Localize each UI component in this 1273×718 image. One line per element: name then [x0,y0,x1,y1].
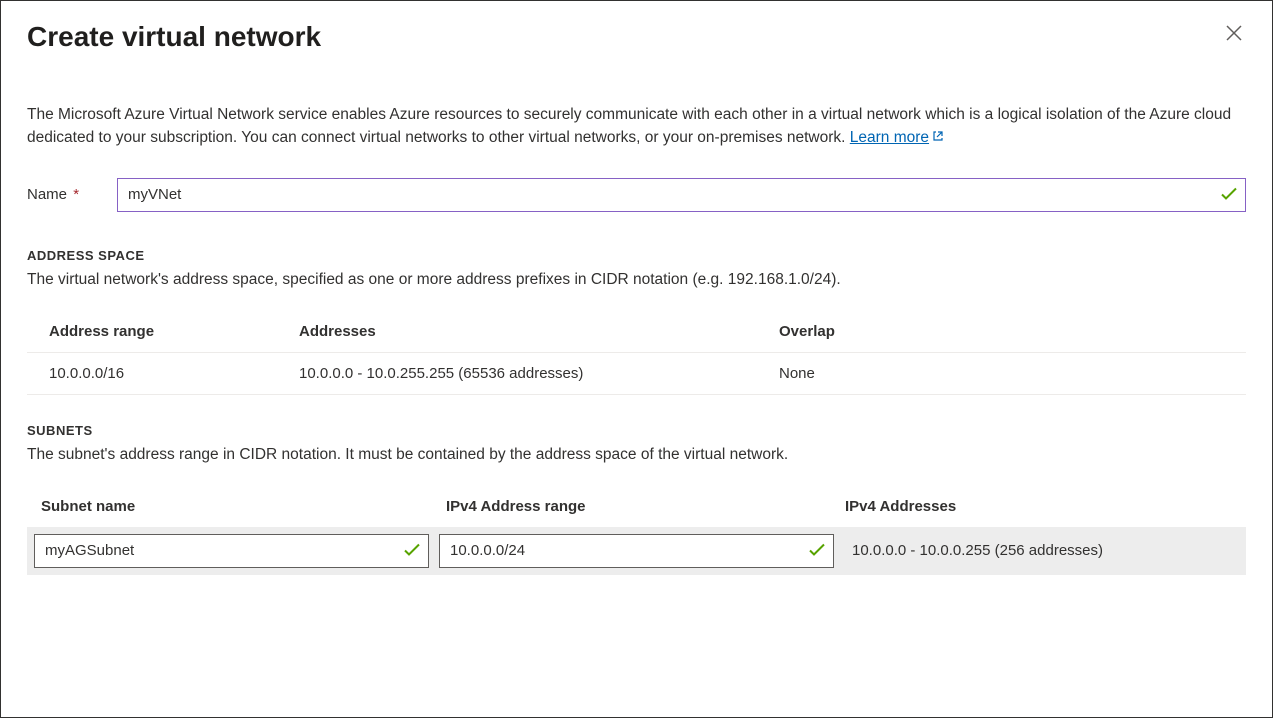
address-space-section: ADDRESS SPACE The virtual network's addr… [27,248,1246,395]
cell-overlap: None [757,352,1246,394]
name-field-row: Name * [27,178,1246,212]
subnet-header-row: Subnet name IPv4 Address range IPv4 Addr… [27,486,1246,527]
subnet-name-wrap [34,534,429,568]
name-label-text: Name [27,186,67,203]
table-header-row: Address range Addresses Overlap [27,311,1246,353]
close-icon [1226,25,1242,41]
address-space-description: The virtual network's address space, spe… [27,271,1246,289]
col-overlap: Overlap [757,311,1246,353]
address-space-heading: ADDRESS SPACE [27,248,1246,263]
cell-addresses: 10.0.0.0 - 10.0.255.255 (65536 addresses… [277,352,757,394]
subnet-row: 10.0.0.0 - 10.0.0.255 (256 addresses) [27,527,1246,575]
name-label: Name * [27,186,117,203]
page-title: Create virtual network [27,21,321,53]
col-subnet-addresses: IPv4 Addresses [827,498,1236,515]
description-text: The Microsoft Azure Virtual Network serv… [27,106,1231,146]
subnets-section: SUBNETS The subnet's address range in CI… [27,423,1246,575]
required-asterisk: * [73,186,79,203]
col-subnet-range: IPv4 Address range [432,498,827,515]
subnets-description: The subnet's address range in CIDR notat… [27,446,1246,464]
external-link-icon [932,126,944,149]
subnet-addresses-cell: 10.0.0.0 - 10.0.0.255 (256 addresses) [844,542,1239,559]
col-subnet-name: Subnet name [37,498,432,515]
cell-address-range: 10.0.0.0/16 [27,352,277,394]
table-row[interactable]: 10.0.0.0/16 10.0.0.0 - 10.0.255.255 (655… [27,352,1246,394]
subnets-table: Subnet name IPv4 Address range IPv4 Addr… [27,486,1246,575]
name-input[interactable] [117,178,1246,212]
col-address-range: Address range [27,311,277,353]
panel-description: The Microsoft Azure Virtual Network serv… [27,103,1246,150]
check-icon [809,542,825,559]
subnets-heading: SUBNETS [27,423,1246,438]
name-input-wrap [117,178,1246,212]
learn-more-label: Learn more [850,129,929,146]
learn-more-link[interactable]: Learn more [850,129,944,146]
check-icon [404,542,420,559]
close-button[interactable] [1222,21,1246,48]
subnet-name-input[interactable] [34,534,429,568]
create-vnet-panel: Create virtual network The Microsoft Azu… [0,0,1273,718]
subnet-range-input[interactable] [439,534,834,568]
address-space-table: Address range Addresses Overlap 10.0.0.0… [27,311,1246,395]
subnet-range-wrap [439,534,834,568]
check-icon [1221,186,1237,203]
col-addresses: Addresses [277,311,757,353]
panel-header: Create virtual network [27,21,1246,53]
